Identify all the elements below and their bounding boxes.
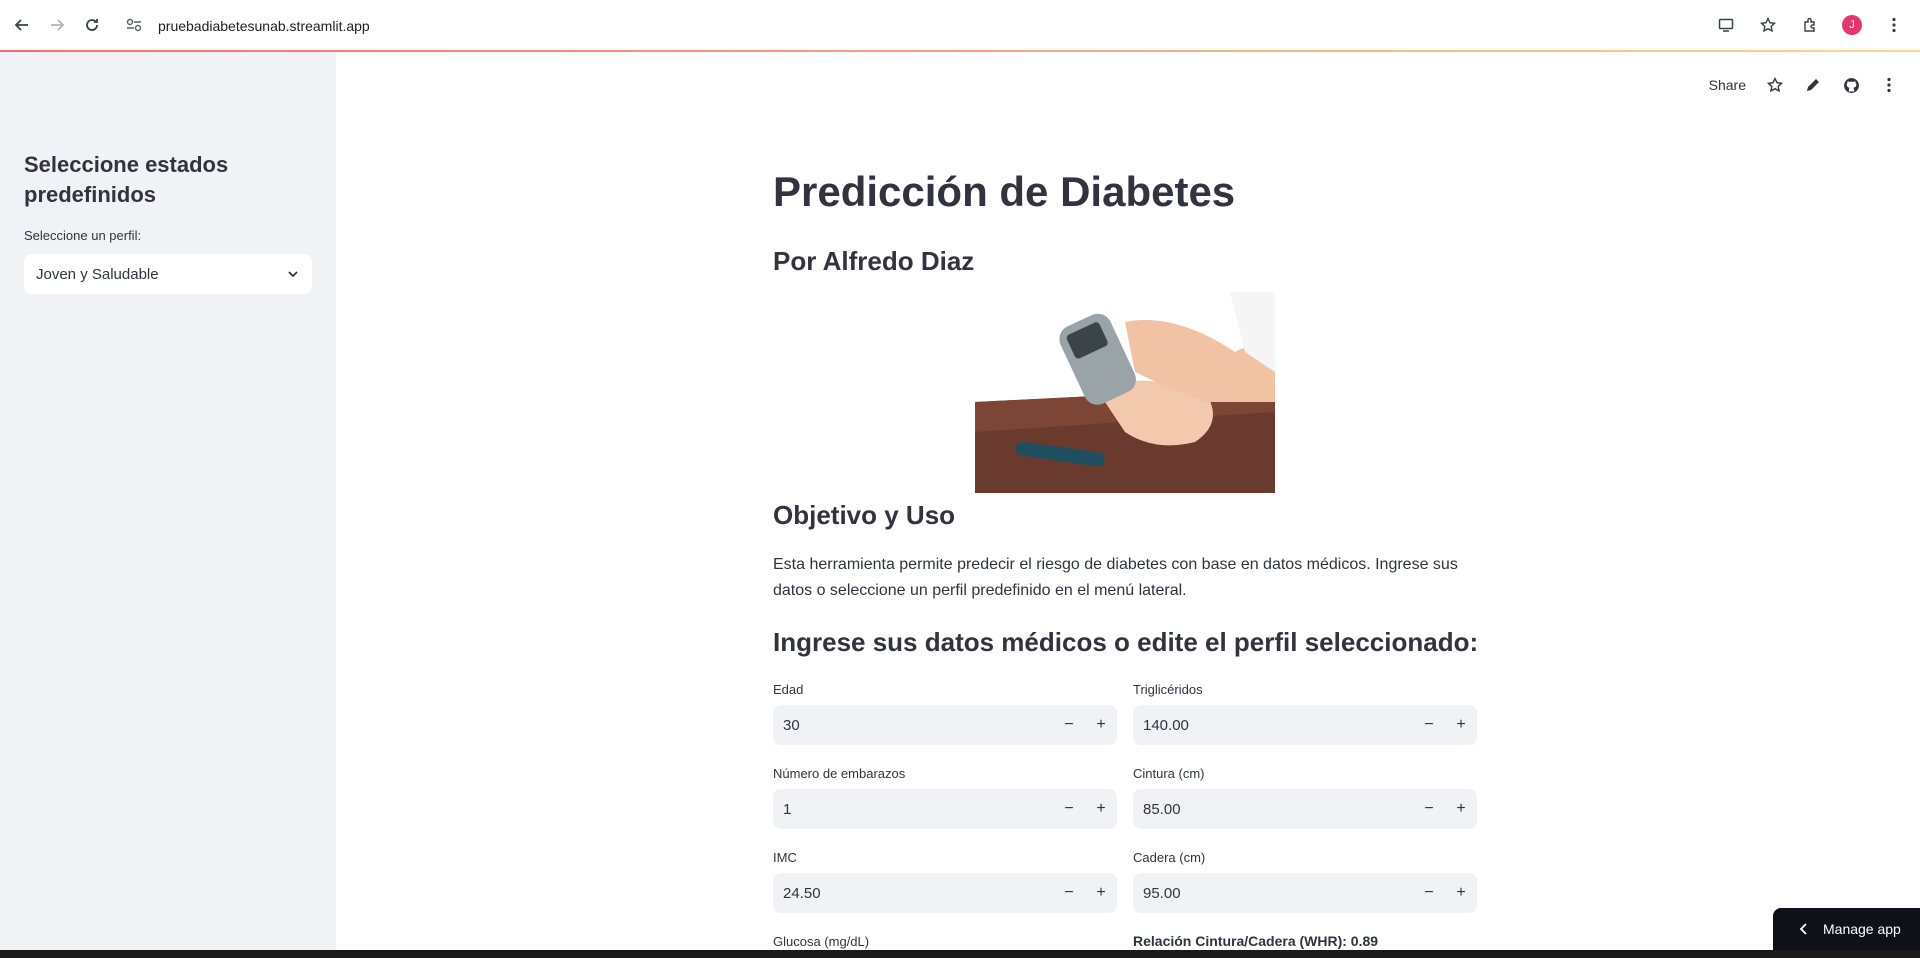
share-button[interactable]: Share — [1709, 77, 1746, 93]
avatar-letter: J — [1842, 15, 1862, 35]
trigliceridos-value[interactable]: 140.00 — [1133, 717, 1413, 734]
embarazos-value[interactable]: 1 — [773, 801, 1053, 818]
imc-decrement-button[interactable]: − — [1053, 873, 1085, 913]
imc-label: IMC — [773, 850, 797, 865]
glucosa-label: Glucosa (mg/dL) — [773, 934, 870, 949]
sidebar: Seleccione estados predefinidos Seleccio… — [0, 52, 336, 958]
manage-app-button[interactable]: Manage app — [1773, 908, 1920, 950]
cintura-increment-button[interactable]: + — [1445, 789, 1477, 829]
reload-icon[interactable] — [80, 13, 104, 37]
cintura-value[interactable]: 85.00 — [1133, 801, 1413, 818]
profile-select-value: Joven y Saludable — [36, 265, 159, 283]
input-section-heading: Ingrese sus datos médicos o edite el per… — [773, 627, 1479, 657]
browser-toolbar: pruebadiabetesunab.streamlit.app J — [0, 0, 1920, 52]
forward-icon[interactable] — [45, 13, 69, 37]
trigliceridos-label: Triglicéridos — [1133, 682, 1203, 697]
sidebar-title: Seleccione estados predefinidos — [24, 152, 229, 207]
cintura-decrement-button[interactable]: − — [1413, 789, 1445, 829]
chevron-down-icon — [288, 271, 298, 278]
page-title: Predicción de Diabetes — [773, 168, 1236, 215]
cadera-decrement-button[interactable]: − — [1413, 873, 1445, 913]
trigliceridos-input[interactable]: 140.00 − + — [1133, 705, 1477, 745]
imc-increment-button[interactable]: + — [1085, 873, 1117, 913]
whr-result: Relación Cintura/Cadera (WHR): 0.89 — [1133, 933, 1379, 949]
embarazos-increment-button[interactable]: + — [1085, 789, 1117, 829]
edad-label: Edad — [773, 682, 804, 697]
author-heading: Por Alfredo Diaz — [773, 246, 975, 276]
install-app-icon[interactable] — [1714, 13, 1738, 37]
imc-input[interactable]: 24.50 − + — [773, 873, 1117, 913]
cadera-value[interactable]: 95.00 — [1133, 885, 1413, 902]
back-icon[interactable] — [10, 13, 34, 37]
trigliceridos-decrement-button[interactable]: − — [1413, 705, 1445, 745]
objective-text: Esta herramienta permite predecir el rie… — [773, 556, 1458, 599]
manage-app-label: Manage app — [1823, 921, 1901, 937]
browser-menu-icon[interactable] — [1882, 13, 1906, 37]
cintura-label: Cintura (cm) — [1133, 766, 1205, 781]
app-toolbar: Share — [1709, 76, 1898, 94]
profile-avatar[interactable]: J — [1840, 13, 1864, 37]
github-icon[interactable] — [1842, 76, 1860, 94]
imc-value[interactable]: 24.50 — [773, 885, 1053, 902]
address-bar[interactable]: pruebadiabetesunab.streamlit.app — [126, 11, 370, 41]
embarazos-decrement-button[interactable]: − — [1053, 789, 1085, 829]
extensions-icon[interactable] — [1798, 13, 1822, 37]
embarazos-input[interactable]: 1 − + — [773, 789, 1117, 829]
embarazos-label: Número de embarazos — [773, 766, 906, 781]
edit-pencil-icon[interactable] — [1804, 76, 1822, 94]
edad-value[interactable]: 30 — [773, 717, 1053, 734]
edad-increment-button[interactable]: + — [1085, 705, 1117, 745]
star-icon[interactable] — [1766, 76, 1784, 94]
cadera-increment-button[interactable]: + — [1445, 873, 1477, 913]
edad-decrement-button[interactable]: − — [1053, 705, 1085, 745]
url-text: pruebadiabetesunab.streamlit.app — [158, 18, 370, 34]
browser-actions: J — [1714, 13, 1906, 37]
bookmark-star-icon[interactable] — [1756, 13, 1780, 37]
cadera-input[interactable]: 95.00 − + — [1133, 873, 1477, 913]
objective-heading: Objetivo y Uso — [773, 500, 956, 530]
trigliceridos-increment-button[interactable]: + — [1445, 705, 1477, 745]
edad-input[interactable]: 30 − + — [773, 705, 1117, 745]
cintura-input[interactable]: 85.00 − + — [1133, 789, 1477, 829]
profile-select-label: Seleccione un perfil: — [24, 228, 142, 243]
chevron-left-icon — [1799, 923, 1807, 935]
main-menu-icon[interactable] — [1880, 76, 1898, 94]
profile-select[interactable]: Joven y Saludable — [24, 254, 312, 294]
glucose-meter-image — [975, 292, 1275, 493]
taskbar-strip — [0, 950, 1920, 958]
cadera-label: Cadera (cm) — [1133, 850, 1206, 865]
site-settings-icon[interactable] — [126, 18, 148, 35]
